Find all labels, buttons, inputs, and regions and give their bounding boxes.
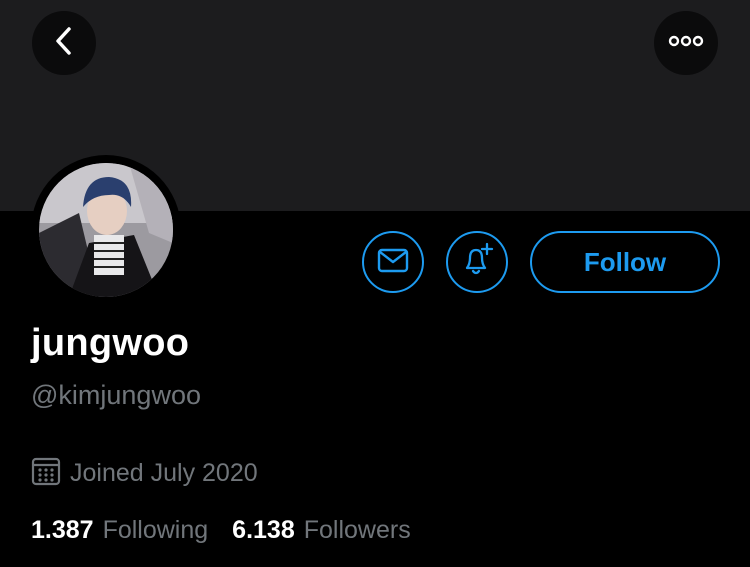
followers-label: Followers xyxy=(303,516,411,544)
chevron-left-icon xyxy=(53,26,75,61)
following-stat[interactable]: 1.387 Following xyxy=(31,516,208,545)
profile-page: Follow jungwoo @kimjungwoo Joined July 2… xyxy=(0,0,750,567)
more-horizontal-icon xyxy=(668,34,704,52)
follow-stats: 1.387 Following 6.138 Followers xyxy=(31,516,411,545)
avatar[interactable] xyxy=(39,163,173,297)
following-count: 1.387 xyxy=(31,516,94,544)
user-handle: @kimjungwoo xyxy=(31,380,201,410)
envelope-icon xyxy=(376,243,410,282)
message-button[interactable] xyxy=(362,231,424,293)
back-button[interactable] xyxy=(32,11,96,75)
followers-stat[interactable]: 6.138 Followers xyxy=(232,516,411,545)
calendar-icon xyxy=(31,456,61,491)
joined-date-row: Joined July 2020 xyxy=(31,456,258,491)
follow-button[interactable]: Follow xyxy=(530,231,720,293)
follow-button-label: Follow xyxy=(583,246,667,277)
joined-date: Joined July 2020 xyxy=(70,459,258,487)
more-options-button[interactable] xyxy=(654,11,718,75)
bell-plus-icon xyxy=(459,242,495,283)
followers-count: 6.138 xyxy=(232,516,295,544)
following-label: Following xyxy=(102,516,209,544)
notify-button[interactable] xyxy=(446,231,508,293)
display-name: jungwoo xyxy=(31,322,190,364)
